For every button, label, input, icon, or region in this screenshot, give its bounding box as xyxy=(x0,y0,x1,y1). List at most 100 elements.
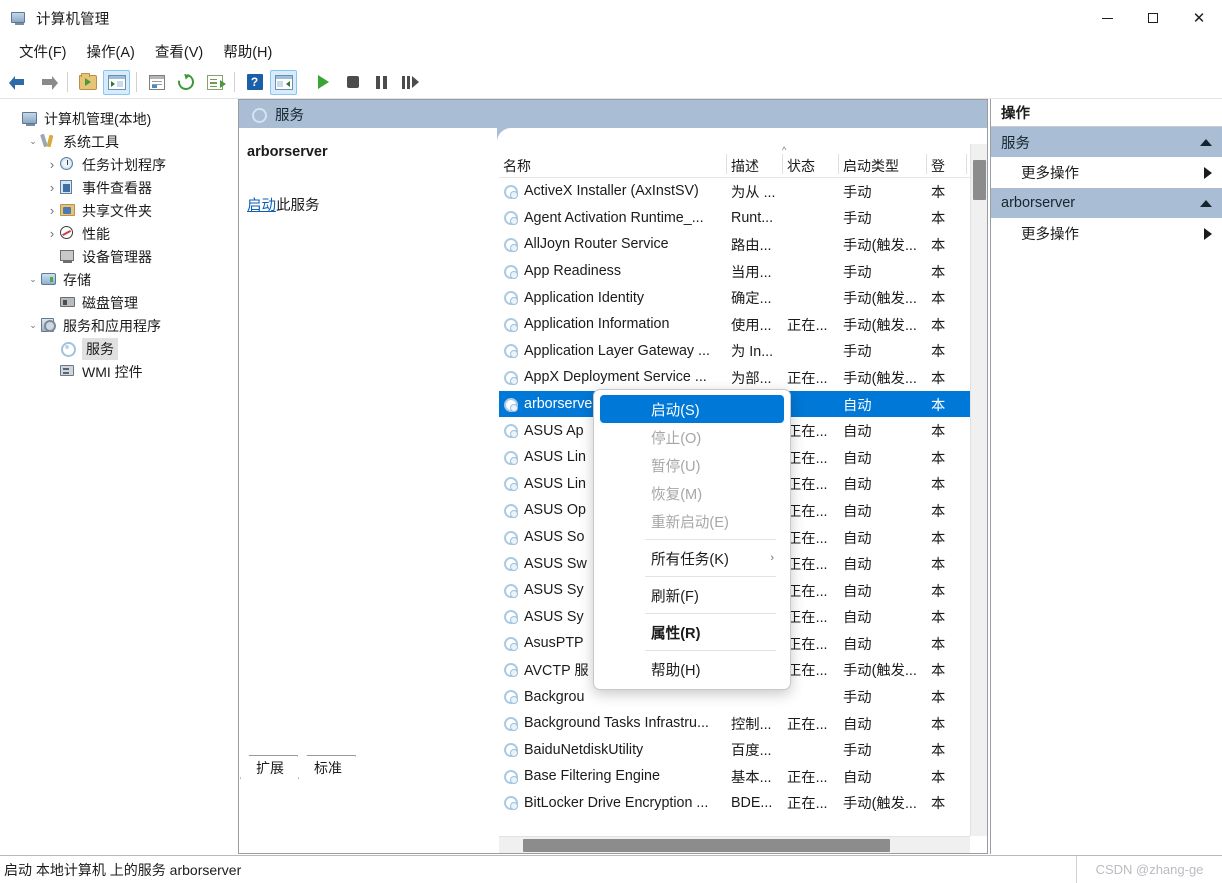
menu-view[interactable]: 查看(V) xyxy=(145,38,213,65)
services-vertical-scrollbar[interactable] xyxy=(970,144,987,836)
chevron-down-icon[interactable]: ⌄ xyxy=(25,272,41,288)
folder-up-icon xyxy=(78,72,97,90)
ctx-properties[interactable]: 属性(R) xyxy=(600,618,784,646)
show-hide-action-pane-button[interactable] xyxy=(270,69,297,95)
chevron-up-icon[interactable] xyxy=(1200,199,1212,207)
more-actions-arborserver[interactable]: 更多操作 xyxy=(991,218,1222,249)
column-status[interactable]: 状态 xyxy=(783,154,839,174)
services-horizontal-scrollbar[interactable] xyxy=(499,836,970,853)
tree-item-9[interactable]: ⌄ 服务和应用程序 xyxy=(0,314,236,337)
ctx-all-tasks[interactable]: 所有任务(K) › xyxy=(600,544,784,572)
column-log-on-as[interactable]: 登 xyxy=(927,154,967,174)
tab-standard[interactable]: 标准 xyxy=(298,755,356,779)
service-name-text: AsusPTP xyxy=(524,635,584,652)
cell-description: 使用... xyxy=(731,317,772,334)
column-description[interactable]: 描述 xyxy=(727,154,783,174)
vertical-scroll-thumb[interactable] xyxy=(973,160,986,200)
menu-action[interactable]: 操作(A) xyxy=(77,38,145,65)
cell-startup-type: 手动(触发... xyxy=(843,317,917,334)
tree-item-5[interactable]: › 性能 xyxy=(0,222,236,245)
cell-startup-type: 自动 xyxy=(843,636,872,653)
minimize-icon xyxy=(1101,17,1113,19)
action-group-arborserver[interactable]: arborserver xyxy=(991,188,1222,218)
minimize-button[interactable] xyxy=(1084,0,1130,36)
tree-item-11[interactable]: WMI 控件 xyxy=(0,360,236,383)
cell-status: 正在... xyxy=(787,477,828,494)
chevron-down-icon[interactable]: ⌄ xyxy=(25,134,41,150)
close-button[interactable]: ✕ xyxy=(1176,0,1222,36)
chevron-right-icon[interactable]: › xyxy=(44,226,60,242)
tree-item-2[interactable]: › 任务计划程序 xyxy=(0,153,236,176)
table-row[interactable]: Application Information 使用... 正在... 手动(触发..… xyxy=(499,311,987,338)
ctx-help[interactable]: 帮助(H) xyxy=(600,655,784,683)
chevron-up-icon[interactable] xyxy=(1200,138,1212,146)
horizontal-scroll-thumb[interactable] xyxy=(523,839,890,852)
maximize-button[interactable] xyxy=(1130,0,1176,36)
status-bar-right-cell: CSDN @zhang-ge xyxy=(1076,856,1222,883)
service-name-text: AVCTP 服 xyxy=(524,663,589,680)
cell-startup-type: 自动 xyxy=(843,477,872,494)
table-row[interactable]: Application Layer Gateway ... 为 In... 手动 本 xyxy=(499,338,987,365)
column-name[interactable]: 名称 xyxy=(499,154,727,174)
column-startup-type[interactable]: 启动类型 xyxy=(839,154,927,174)
ctx-refresh[interactable]: 刷新(F) xyxy=(600,581,784,609)
table-row[interactable]: Background Tasks Infrastru... 控制... 正在... 自… xyxy=(499,710,987,737)
context-menu-item-label: 帮助(H) xyxy=(651,662,701,679)
tree-item-1[interactable]: ⌄ 系统工具 xyxy=(0,130,236,153)
service-name-text: Application Layer Gateway ... xyxy=(524,342,710,359)
table-row[interactable]: BitLocker Drive Encryption ... BDE... 正在..… xyxy=(499,790,987,817)
start-service-button[interactable] xyxy=(310,70,337,95)
menu-file[interactable]: 文件(F) xyxy=(9,38,77,65)
ctx-start[interactable]: 启动(S) xyxy=(600,395,784,423)
services-pane-header: 服务 xyxy=(239,100,987,128)
forward-button[interactable] xyxy=(34,70,61,95)
action-group-services[interactable]: 服务 xyxy=(991,127,1222,157)
tree-item-4[interactable]: › 共享文件夹 xyxy=(0,199,236,222)
stop-service-button[interactable] xyxy=(339,70,366,95)
table-row[interactable]: ActiveX Installer (AxInstSV) 为从 ... 手动 本 xyxy=(499,178,987,205)
pause-service-button[interactable] xyxy=(368,70,395,95)
cell-status: 正在... xyxy=(787,663,828,680)
refresh-button[interactable] xyxy=(172,70,199,95)
tree-item-8[interactable]: 磁盘管理 xyxy=(0,291,236,314)
service-gear-icon xyxy=(503,210,518,226)
tree-item-10[interactable]: 服务 xyxy=(0,337,236,360)
table-row[interactable]: Agent Activation Runtime_... Runt... 手动 本 xyxy=(499,205,987,232)
tree-item-7[interactable]: ⌄ 存储 xyxy=(0,268,236,291)
cell-name: BitLocker Drive Encryption ... xyxy=(499,795,727,811)
up-one-level-button[interactable] xyxy=(74,70,101,95)
service-name-text: AllJoyn Router Service xyxy=(524,236,669,253)
chevron-right-icon[interactable]: › xyxy=(44,203,60,219)
toolbar-separator-4 xyxy=(303,72,304,92)
cell-startup-type: 自动 xyxy=(843,716,872,733)
table-row[interactable]: AppX Deployment Service ... 为部... 正在... 手动(… xyxy=(499,364,987,391)
table-row[interactable]: Application Identity 确定... 手动(触发... 本 xyxy=(499,284,987,311)
services-list-header: 名称 描述 状态 启动类型登 xyxy=(499,154,987,178)
back-button[interactable] xyxy=(5,70,32,95)
ctx-resume: 恢复(M) xyxy=(600,479,784,507)
chevron-down-icon[interactable]: ⌄ xyxy=(25,318,41,334)
table-row[interactable]: AllJoyn Router Service 路由... 手动(触发... 本 xyxy=(499,231,987,258)
restart-service-button[interactable] xyxy=(397,70,424,95)
tree-item-0[interactable]: 计算机管理(本地) xyxy=(0,107,236,130)
service-gear-icon xyxy=(503,264,518,279)
export-list-button[interactable] xyxy=(201,70,228,95)
show-hide-console-tree-button[interactable] xyxy=(103,69,130,95)
tree-item-6[interactable]: 设备管理器 xyxy=(0,245,236,268)
table-row[interactable]: App Readiness 当用... 手动 本 xyxy=(499,258,987,285)
tree-item-3[interactable]: › 事件查看器 xyxy=(0,176,236,199)
tab-extended[interactable]: 扩展 xyxy=(240,755,298,779)
service-name-text: ASUS Sy xyxy=(524,582,584,599)
help-button[interactable]: ? xyxy=(241,70,268,95)
chevron-right-icon[interactable]: › xyxy=(44,180,60,196)
more-actions-services[interactable]: 更多操作 xyxy=(991,157,1222,188)
service-name-text: arborserver xyxy=(524,396,598,413)
properties-button[interactable] xyxy=(143,70,170,95)
start-service-link[interactable]: 启动 xyxy=(247,198,276,214)
cell-log-on-as: 本 xyxy=(931,477,946,494)
chevron-right-icon[interactable]: › xyxy=(44,157,60,173)
menu-help[interactable]: 帮助(H) xyxy=(213,38,282,65)
tree-item-label: 计算机管理(本地) xyxy=(44,110,152,127)
